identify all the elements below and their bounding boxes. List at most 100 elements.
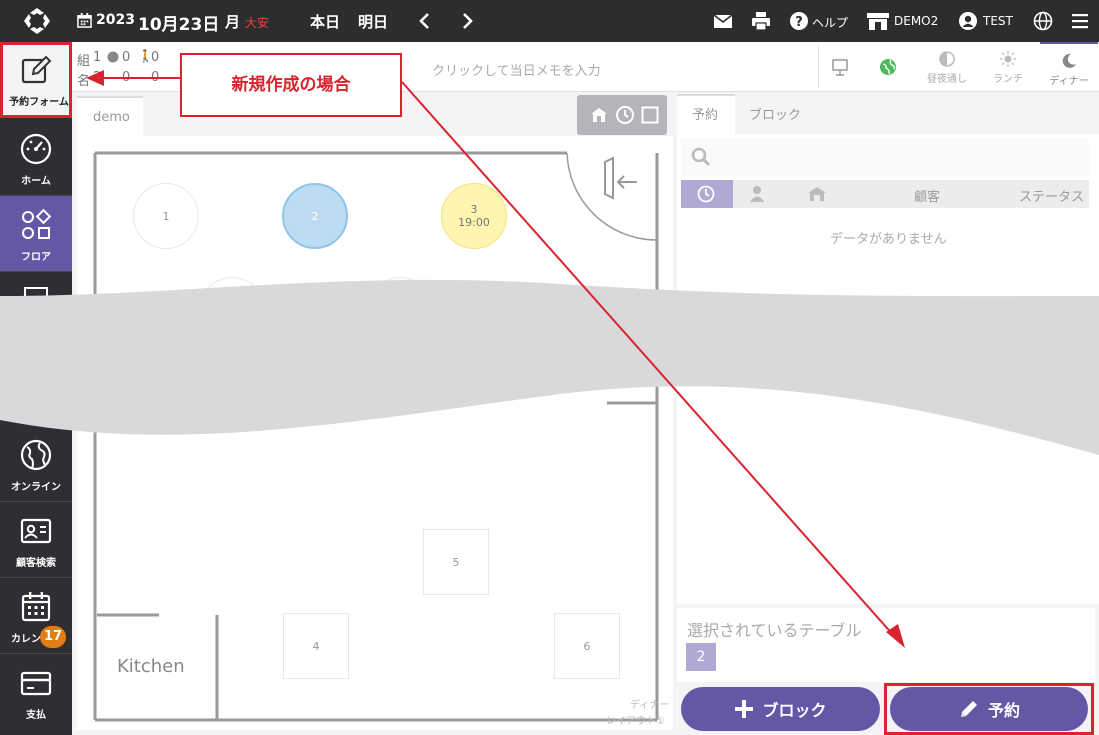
help-icon[interactable]: ? bbox=[789, 11, 809, 31]
edit-icon bbox=[21, 55, 52, 84]
search-icon bbox=[691, 147, 711, 167]
sidebar-label: 予約フォーム bbox=[9, 97, 69, 108]
clock-icon[interactable] bbox=[615, 105, 635, 125]
shift-label: ランチ bbox=[993, 74, 1023, 85]
layout-name-label: レイアウト① bbox=[606, 716, 665, 727]
sidebar-item-customer-search[interactable]: 顧客検索 bbox=[0, 502, 72, 578]
sidebar-item-floor[interactable]: フロア bbox=[0, 196, 72, 272]
chevron-left-icon[interactable] bbox=[414, 10, 436, 32]
table-number: 1 bbox=[162, 209, 170, 223]
column-customer[interactable]: 顧客 bbox=[914, 186, 940, 205]
dashboard-icon bbox=[20, 133, 52, 165]
today-button[interactable]: 本日 bbox=[310, 11, 340, 32]
table-number: 4 bbox=[312, 639, 320, 653]
sidebar-item-home[interactable]: ホーム bbox=[0, 120, 72, 196]
table-6[interactable]: 6 bbox=[554, 613, 620, 679]
table-4[interactable]: 4 bbox=[283, 613, 349, 679]
shift-dinner[interactable]: ディナー bbox=[1040, 42, 1098, 92]
app-logo-icon[interactable] bbox=[22, 6, 52, 36]
table-number: 2 bbox=[311, 209, 319, 223]
mail-icon[interactable] bbox=[712, 10, 734, 32]
table-2-selected[interactable]: 2 bbox=[282, 183, 348, 249]
group-count-label: 組 bbox=[77, 54, 91, 69]
shift-label: ディナー bbox=[1049, 76, 1089, 87]
table-number: 7 bbox=[228, 303, 236, 317]
table-1[interactable]: 1 bbox=[133, 183, 199, 249]
shop-name[interactable]: DEMO2 bbox=[894, 14, 938, 28]
clock-icon bbox=[697, 185, 715, 203]
people-count-label: 名 bbox=[77, 74, 91, 89]
year-text[interactable]: 2023 bbox=[96, 12, 135, 28]
table-8[interactable]: 8 bbox=[367, 277, 433, 343]
table-number: 6 bbox=[583, 639, 591, 653]
sidebar-item-online[interactable]: オンライン bbox=[0, 426, 72, 502]
print-icon[interactable] bbox=[750, 10, 772, 32]
people-web-count: 0 bbox=[122, 70, 131, 85]
store-icon[interactable] bbox=[866, 10, 890, 32]
layout-shift-label: ディナー bbox=[630, 700, 670, 711]
daily-memo-input[interactable]: クリックして当日メモを入力 bbox=[432, 60, 601, 79]
web-count: 0 bbox=[122, 50, 131, 65]
people-walkin-count: 0 bbox=[151, 70, 160, 85]
sidebar-label: ホーム bbox=[21, 176, 51, 187]
globe-icon bbox=[20, 439, 52, 471]
table-7[interactable]: 7 bbox=[199, 277, 265, 343]
hamburger-menu-icon[interactable] bbox=[1070, 11, 1090, 31]
empty-message: データがありません bbox=[830, 232, 947, 247]
shift-all-day[interactable]: 昼夜通し bbox=[922, 42, 972, 92]
selected-table-label: 選択されているテーブル bbox=[687, 621, 862, 640]
add-block-button[interactable]: ブロック bbox=[681, 687, 880, 731]
top-bar: 2023 10月23日 月 大安 本日 明日 ? ヘルプ DEMO2 TEST bbox=[0, 0, 1099, 42]
sidebar-item-layout[interactable] bbox=[0, 272, 72, 348]
moon-icon bbox=[1062, 53, 1076, 68]
floor-tools bbox=[577, 95, 667, 135]
table-5[interactable]: 5 bbox=[423, 529, 489, 595]
table-3-reserved[interactable]: 3 19:00 bbox=[441, 183, 507, 249]
add-block-label: ブロック bbox=[762, 701, 827, 720]
rokuyo-text: 大安 bbox=[245, 16, 270, 30]
column-status[interactable]: ステータス bbox=[1019, 186, 1084, 205]
calendar-icon bbox=[21, 592, 51, 622]
sidebar-label: オンライン bbox=[11, 482, 61, 493]
reservation-search-input[interactable] bbox=[681, 138, 1089, 176]
payment-count-badge: 17 bbox=[40, 626, 66, 648]
sun-icon bbox=[1000, 51, 1016, 67]
date-text[interactable]: 10月23日 bbox=[138, 10, 219, 35]
help-label[interactable]: ヘルプ bbox=[812, 14, 848, 31]
sidebar-item-payment[interactable]: 支払 bbox=[0, 654, 72, 730]
chevron-right-icon[interactable] bbox=[456, 10, 478, 32]
floor-tab-demo[interactable]: demo bbox=[77, 96, 143, 136]
customer-card-icon bbox=[20, 518, 52, 544]
table-reservation-time: 19:00 bbox=[458, 216, 490, 229]
sidebar-label: フロア bbox=[21, 252, 51, 263]
sidebar-label: 顧客検索 bbox=[16, 558, 56, 569]
selected-table-chip[interactable]: 2 bbox=[686, 643, 716, 671]
presentation-icon bbox=[832, 59, 848, 76]
table-number: 3 bbox=[470, 203, 478, 216]
people-count: 2 bbox=[93, 70, 102, 85]
person-icon[interactable] bbox=[749, 185, 765, 203]
shift-label: 昼夜通し bbox=[927, 74, 967, 85]
tab-reservation[interactable]: 予約 bbox=[692, 104, 718, 123]
kitchen-label: Kitchen bbox=[117, 656, 185, 677]
reservation-table-header: 顧客 ステータス bbox=[681, 180, 1089, 208]
online-status-button[interactable] bbox=[866, 46, 910, 88]
tab-block[interactable]: ブロック bbox=[749, 104, 801, 123]
group-count: 1 bbox=[93, 50, 102, 65]
sort-time-column[interactable] bbox=[681, 180, 733, 208]
payment-card-icon bbox=[20, 671, 52, 696]
square-toggle-icon[interactable] bbox=[641, 106, 659, 124]
weekday-text: 月 bbox=[225, 13, 241, 31]
sidebar-item-reservation-form[interactable]: 予約フォーム bbox=[0, 42, 72, 118]
web-small-icon bbox=[107, 51, 119, 63]
annotation-callout: 新規作成の場合 bbox=[180, 53, 402, 117]
calendar-small-icon bbox=[77, 13, 92, 28]
user-name[interactable]: TEST bbox=[983, 14, 1013, 28]
globe-language-icon[interactable] bbox=[1033, 11, 1053, 31]
screen-mode-button[interactable] bbox=[818, 46, 860, 88]
user-icon[interactable] bbox=[958, 11, 978, 31]
tomorrow-button[interactable]: 明日 bbox=[358, 11, 388, 32]
table-icon[interactable] bbox=[589, 106, 609, 124]
table-icon[interactable] bbox=[807, 186, 827, 202]
shift-lunch[interactable]: ランチ bbox=[983, 42, 1033, 92]
